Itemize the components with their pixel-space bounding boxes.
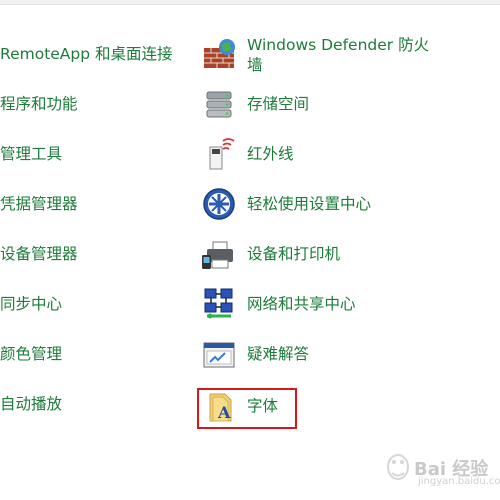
link-color-management[interactable]: 颜色管理 [0, 344, 62, 364]
infrared-icon[interactable] [201, 136, 237, 172]
link-admin-tools[interactable]: 管理工具 [0, 144, 62, 164]
link-programs-features[interactable]: 程序和功能 [0, 94, 78, 114]
link-ease-of-access-center[interactable]: 轻松使用设置中心 [247, 194, 371, 214]
link-devices-printers[interactable]: 设备和打印机 [247, 244, 340, 264]
firewall-label-line2: 墙 [247, 56, 263, 74]
link-troubleshooting[interactable]: 疑难解答 [247, 344, 309, 364]
link-infrared[interactable]: 红外线 [247, 144, 294, 164]
firewall-icon[interactable] [201, 36, 237, 72]
network-sharing-icon[interactable] [201, 286, 237, 322]
link-storage-spaces[interactable]: 存储空间 [247, 94, 309, 114]
link-device-manager[interactable]: 设备管理器 [0, 244, 78, 264]
firewall-label-line1: Windows Defender 防火 [247, 36, 430, 54]
link-autoplay[interactable]: 自动播放 [0, 394, 62, 414]
link-credential-manager[interactable]: 凭据管理器 [0, 194, 78, 214]
link-windows-defender-firewall[interactable]: Windows Defender 防火 墙 [247, 35, 429, 75]
ease-of-access-icon[interactable] [201, 186, 237, 222]
storage-spaces-icon[interactable] [201, 86, 237, 122]
link-sync-center[interactable]: 同步中心 [0, 294, 62, 314]
window-top-border [0, 0, 500, 5]
fonts-highlight-box [197, 388, 297, 429]
watermark-subtext: jingyan.baidu.com [418, 476, 500, 487]
troubleshooting-icon[interactable] [201, 336, 237, 372]
link-network-sharing-center[interactable]: 网络和共享中心 [247, 294, 356, 314]
link-remoteapp[interactable]: RemoteApp 和桌面连接 [0, 44, 173, 64]
devices-printers-icon[interactable] [201, 236, 237, 272]
